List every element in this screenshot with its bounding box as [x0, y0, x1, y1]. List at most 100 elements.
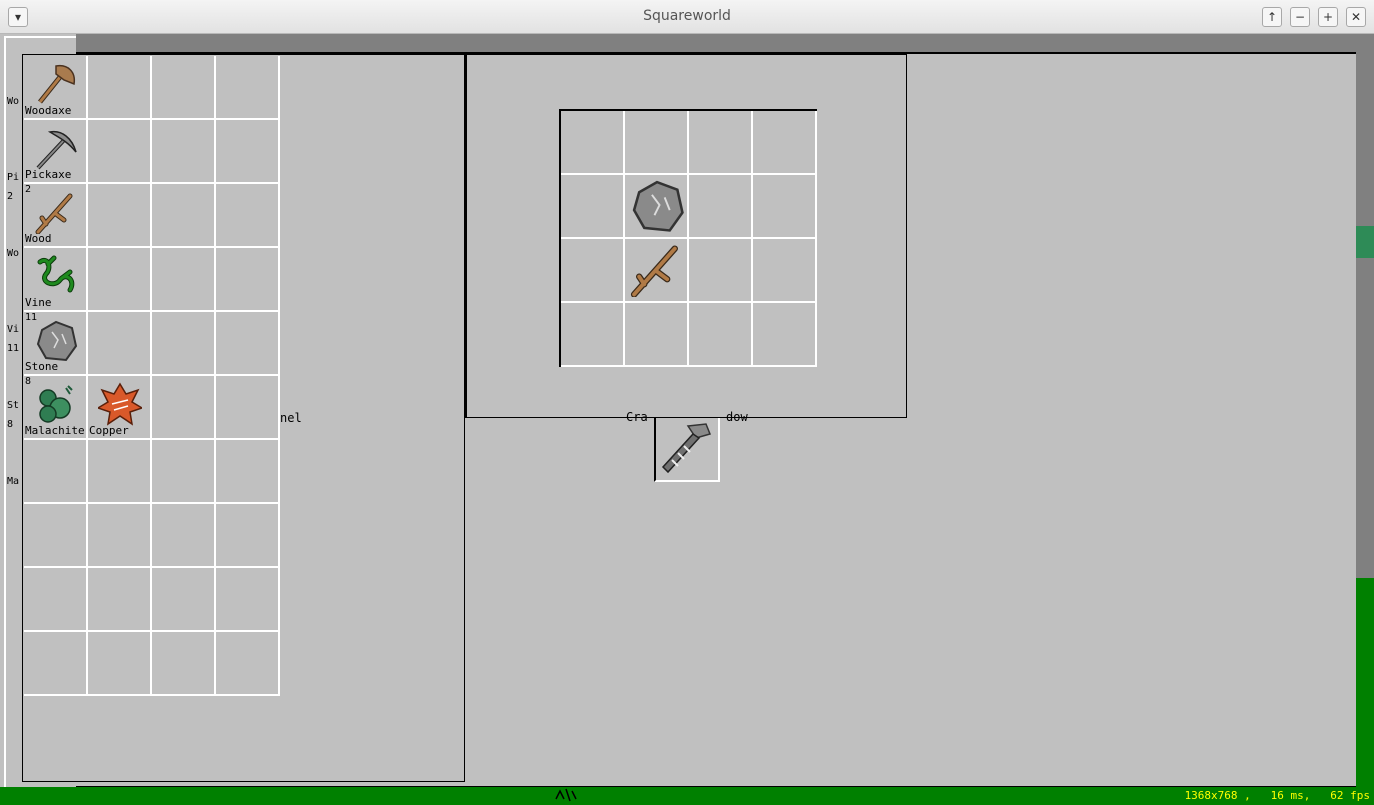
side-label: 2 [7, 191, 14, 202]
side-label: 11 [7, 343, 20, 354]
pickaxe-icon [36, 130, 77, 170]
window-maximize-button[interactable]: + [1318, 7, 1338, 27]
inventory-slot[interactable]: Woodaxe [24, 56, 88, 120]
window-close-button[interactable]: ✕ [1346, 7, 1366, 27]
item-count: 8 [25, 376, 32, 387]
inventory-slot[interactable] [216, 184, 280, 248]
inventory-slot[interactable] [152, 632, 216, 696]
crafting-slot[interactable] [561, 175, 625, 239]
inventory-slot[interactable] [24, 440, 88, 504]
inventory-slot[interactable]: 2 Wood [24, 184, 88, 248]
crafting-slot[interactable] [753, 303, 817, 367]
inventory-slot[interactable] [216, 504, 280, 568]
crafting-window[interactable] [465, 54, 907, 418]
inventory-slot[interactable] [216, 312, 280, 376]
item-label: Stone [25, 360, 59, 373]
inventory-slot[interactable] [152, 312, 216, 376]
side-label: Wo [7, 96, 20, 107]
inventory-slot[interactable] [152, 568, 216, 632]
crafting-slot[interactable] [689, 175, 753, 239]
hammer-icon [661, 423, 712, 474]
inventory-slot[interactable] [216, 440, 280, 504]
inventory-slot[interactable] [88, 56, 152, 120]
inventory-slot[interactable] [24, 504, 88, 568]
side-label: 8 [7, 419, 14, 430]
inventory-slot[interactable] [216, 120, 280, 184]
crafting-slot[interactable] [625, 175, 689, 239]
world-background-top [76, 34, 1374, 52]
crafting-slot[interactable] [561, 239, 625, 303]
inventory-slot[interactable] [216, 568, 280, 632]
crafting-slot[interactable] [561, 303, 625, 367]
status-bar: 1368x768 , 16 ms, 62 fps [0, 787, 1374, 805]
inventory-slot[interactable] [152, 120, 216, 184]
copper-icon [98, 382, 142, 426]
crafting-slot[interactable] [689, 303, 753, 367]
window-titlebar: ▾ Squareworld ↑ − + ✕ [0, 0, 1374, 34]
item-label: Wood [25, 232, 52, 245]
vine-icon [37, 255, 75, 293]
inventory-slot[interactable] [216, 376, 280, 440]
crafting-window-label-right: dow [726, 410, 748, 424]
crafting-slot[interactable] [753, 239, 817, 303]
crafting-slot[interactable] [561, 111, 625, 175]
inventory-slot[interactable] [152, 248, 216, 312]
inventory-slot[interactable] [24, 632, 88, 696]
inventory-slot[interactable] [88, 120, 152, 184]
inventory-slot[interactable]: Pickaxe [24, 120, 88, 184]
side-label: Ma [7, 476, 20, 487]
item-count: 11 [25, 312, 38, 323]
side-label: St [7, 400, 20, 411]
inventory-slot[interactable] [88, 440, 152, 504]
item-label: Malachite [25, 424, 85, 437]
inventory-slot[interactable] [24, 568, 88, 632]
craft-result-slot[interactable] [654, 418, 720, 482]
item-label: Vine [25, 296, 52, 309]
crafting-slot[interactable] [753, 175, 817, 239]
item-label: Woodaxe [25, 104, 72, 117]
inventory-slot[interactable] [88, 632, 152, 696]
window-minimize-button[interactable]: − [1290, 7, 1310, 27]
inventory-grid: Woodaxe Pickaxe 2 Wood Vine 11 Stone 8 Malachite… [24, 56, 280, 696]
inventory-slot[interactable] [88, 504, 152, 568]
inventory-slot[interactable] [216, 632, 280, 696]
crafting-grid [559, 109, 817, 367]
stick-icon [630, 245, 678, 297]
window-raise-button[interactable]: ↑ [1262, 7, 1282, 27]
crafting-slot[interactable] [625, 239, 689, 303]
inventory-slot[interactable] [216, 56, 280, 120]
crafting-slot[interactable] [753, 111, 817, 175]
crafting-window-label-left: Cra [626, 410, 648, 424]
crafting-slot[interactable] [625, 303, 689, 367]
inventory-slot[interactable] [216, 248, 280, 312]
inventory-slot[interactable] [88, 184, 152, 248]
crafting-slot[interactable] [689, 239, 753, 303]
stick-icon [35, 193, 73, 234]
side-label: Pi [7, 172, 20, 183]
item-label: Copper [89, 424, 129, 437]
window-title: Squareworld [643, 8, 731, 24]
inventory-slot[interactable] [152, 376, 216, 440]
inventory-slot[interactable] [152, 440, 216, 504]
inventory-panel[interactable]: nel Woodaxe Pickaxe 2 Wood Vine 11 Stone 8 Malac… [22, 54, 465, 782]
stone-icon [36, 320, 78, 362]
crafting-slot[interactable] [689, 111, 753, 175]
axe-icon [38, 64, 76, 104]
inventory-slot[interactable] [88, 312, 152, 376]
inventory-slot[interactable]: Copper [88, 376, 152, 440]
inventory-slot[interactable]: Vine [24, 248, 88, 312]
crafting-slot[interactable] [625, 111, 689, 175]
inventory-slot[interactable] [152, 56, 216, 120]
status-performance-text: 1368x768 , 16 ms, 62 fps [1184, 789, 1370, 802]
side-label: Vi [7, 324, 20, 335]
stone-icon [632, 180, 684, 232]
inventory-slot[interactable] [88, 248, 152, 312]
inventory-slot[interactable]: 11 Stone [24, 312, 88, 376]
cursor-marker-icon [555, 788, 577, 802]
game-viewport[interactable]: Wo Pi 2 Wo Vi 11 St 8 Ma nel Woodaxe Pick… [0, 34, 1374, 805]
inventory-slot[interactable] [152, 184, 216, 248]
world-right-marker [1356, 226, 1374, 258]
inventory-slot[interactable] [152, 504, 216, 568]
inventory-slot[interactable]: 8 Malachite [24, 376, 88, 440]
inventory-slot[interactable] [88, 568, 152, 632]
